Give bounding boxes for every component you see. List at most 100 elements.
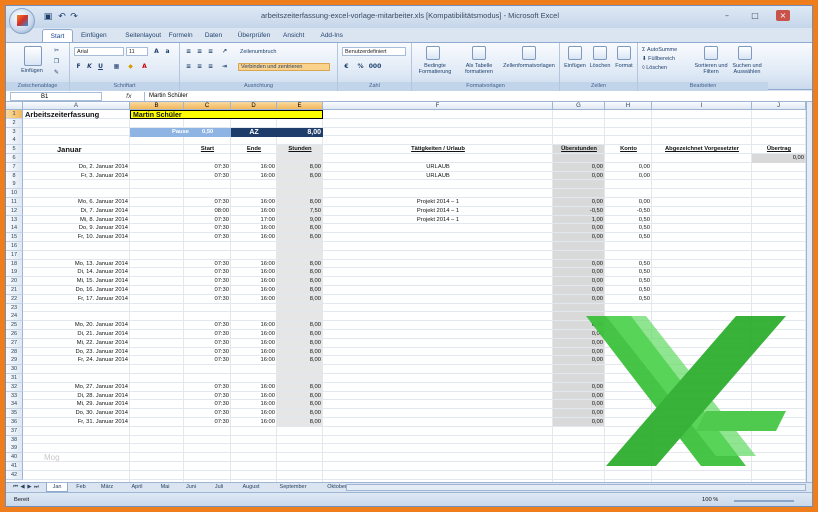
format-cells-button[interactable]: Format [612, 63, 636, 69]
sheet-tab-feb[interactable]: Feb [70, 483, 92, 492]
currency-icon[interactable]: € [342, 62, 351, 71]
row-header[interactable]: 28 [6, 347, 23, 357]
find-select-icon[interactable] [738, 46, 752, 60]
zoom-slider[interactable] [734, 500, 794, 502]
sort-filter-button[interactable]: Sortieren und Filtern [694, 63, 728, 75]
row-header[interactable]: 40 [6, 453, 23, 463]
align-center-icon[interactable]: ≡ [195, 62, 204, 71]
row-header[interactable]: 5 [6, 145, 23, 155]
fx-icon[interactable]: fx [126, 92, 142, 101]
row-header[interactable]: 7 [6, 162, 23, 172]
row-header[interactable]: 2 [6, 118, 23, 128]
row-header[interactable]: 42 [6, 470, 23, 480]
row-header[interactable]: 22 [6, 294, 23, 304]
conditional-format-button[interactable]: Bedingte Formatierung [412, 63, 458, 75]
row-header[interactable]: 20 [6, 277, 23, 287]
row-header[interactable]: 6 [6, 154, 23, 163]
conditional-format-icon[interactable] [426, 46, 440, 60]
row-header[interactable]: 23 [6, 303, 23, 313]
row-header[interactable]: 29 [6, 356, 23, 366]
column-header-B[interactable]: B [130, 102, 184, 110]
zoom-level[interactable]: 100 % [702, 496, 718, 505]
employee-name-cell[interactable]: Martin Schüler [130, 110, 323, 119]
cell-styles-button[interactable]: Zellenformatvorlagen [500, 63, 558, 69]
tab-add-ins[interactable]: Add-Ins [312, 29, 351, 42]
row-header[interactable]: 1 [6, 110, 23, 119]
copy-icon[interactable]: ❐ [52, 57, 61, 66]
paste-icon[interactable] [24, 46, 42, 66]
sheet-nav-icon[interactable]: ◀ [19, 483, 26, 492]
format-cells-icon[interactable] [617, 46, 631, 60]
merge-center-button[interactable]: Verbinden und zentrieren [238, 63, 330, 71]
vertical-scrollbar[interactable] [806, 102, 812, 482]
row-header[interactable]: 34 [6, 400, 23, 410]
shrink-font-icon[interactable]: a [163, 47, 172, 56]
find-select-button[interactable]: Suchen und Auswählen [728, 63, 766, 75]
tab-einfügen[interactable]: Einfügen [72, 29, 116, 42]
column-header-H[interactable]: H [605, 102, 652, 110]
row-header[interactable]: 13 [6, 215, 23, 225]
grow-font-icon[interactable]: A [152, 47, 161, 56]
select-all-corner[interactable] [6, 102, 23, 110]
border-icon[interactable]: ▦ [112, 62, 121, 71]
sheet-tab-juni[interactable]: Juni [178, 483, 204, 492]
column-header-J[interactable]: J [752, 102, 806, 110]
indent-icon[interactable]: ⇥ [220, 62, 229, 71]
sort-filter-icon[interactable] [704, 46, 718, 60]
row-header[interactable]: 32 [6, 382, 23, 392]
sheet-tab-märz[interactable]: März [94, 483, 120, 492]
tab-formeln[interactable]: Formeln [161, 29, 200, 42]
row-header[interactable]: 9 [6, 180, 23, 190]
number-format-select[interactable]: Benutzerdefiniert [342, 47, 406, 56]
column-header-A[interactable]: A [23, 102, 130, 110]
align-top-icon[interactable]: ≡ [184, 47, 193, 56]
wrap-text-button[interactable]: Zeilenumbruch [240, 49, 310, 55]
close-button[interactable]: × [776, 10, 790, 21]
cut-icon[interactable]: ✂ [52, 46, 61, 55]
tab-daten[interactable]: Daten [198, 29, 229, 42]
sheet-nav-icon[interactable]: ⏭ [33, 483, 40, 492]
column-header-E[interactable]: E [277, 102, 323, 110]
align-bottom-icon[interactable]: ≡ [206, 47, 215, 56]
horizontal-scrollbar[interactable] [346, 484, 806, 491]
office-button[interactable] [9, 8, 35, 34]
row-header[interactable]: 3 [6, 127, 23, 137]
align-right-icon[interactable]: ≡ [206, 62, 215, 71]
font-name-select[interactable]: Arial [74, 47, 124, 56]
clear-button[interactable]: ◊ Löschen [642, 65, 702, 71]
sheet-tab-august[interactable]: August [234, 483, 268, 492]
row-header[interactable]: 17 [6, 250, 23, 260]
autosum-button[interactable]: Σ AutoSumme [642, 47, 702, 53]
bold-button[interactable]: F [74, 62, 83, 71]
sheet-tab-april[interactable]: April [122, 483, 152, 492]
tab-start[interactable]: Start [42, 29, 73, 42]
sheet-tab-juli[interactable]: Juli [206, 483, 232, 492]
delete-cells-button[interactable]: Löschen [588, 63, 612, 69]
sheet-tab-jan[interactable]: Jan [46, 483, 68, 492]
insert-cells-button[interactable]: Einfügen [560, 63, 590, 69]
paste-button[interactable]: Einfügen [12, 68, 52, 74]
tab-überprüfen[interactable]: Überprüfen [228, 29, 280, 42]
row-header[interactable]: 37 [6, 426, 23, 436]
row-header[interactable]: 39 [6, 444, 23, 454]
row-header[interactable]: 24 [6, 312, 23, 322]
format-table-button[interactable]: Als Tabelle formatieren [458, 63, 500, 75]
row-header[interactable]: 8 [6, 171, 23, 181]
column-header-C[interactable]: C [184, 102, 231, 110]
row-header[interactable]: 27 [6, 338, 23, 348]
row-header[interactable]: 41 [6, 462, 23, 471]
row-header[interactable]: 36 [6, 418, 23, 427]
minimize-button[interactable]: – [720, 10, 734, 21]
delete-cells-icon[interactable] [593, 46, 607, 60]
row-header[interactable]: 25 [6, 321, 23, 331]
format-painter-icon[interactable]: ✎ [52, 68, 61, 77]
row-header[interactable]: 38 [6, 435, 23, 445]
row-header[interactable]: 10 [6, 189, 23, 199]
font-color-icon[interactable]: A [140, 62, 149, 71]
sheet-tab-september[interactable]: September [270, 483, 316, 492]
name-box[interactable]: B1 [10, 92, 102, 101]
row-header[interactable]: 15 [6, 233, 23, 243]
sheet-nav-icon[interactable]: ▶ [26, 483, 33, 492]
underline-button[interactable]: U [96, 62, 105, 71]
column-header-G[interactable]: G [553, 102, 605, 110]
